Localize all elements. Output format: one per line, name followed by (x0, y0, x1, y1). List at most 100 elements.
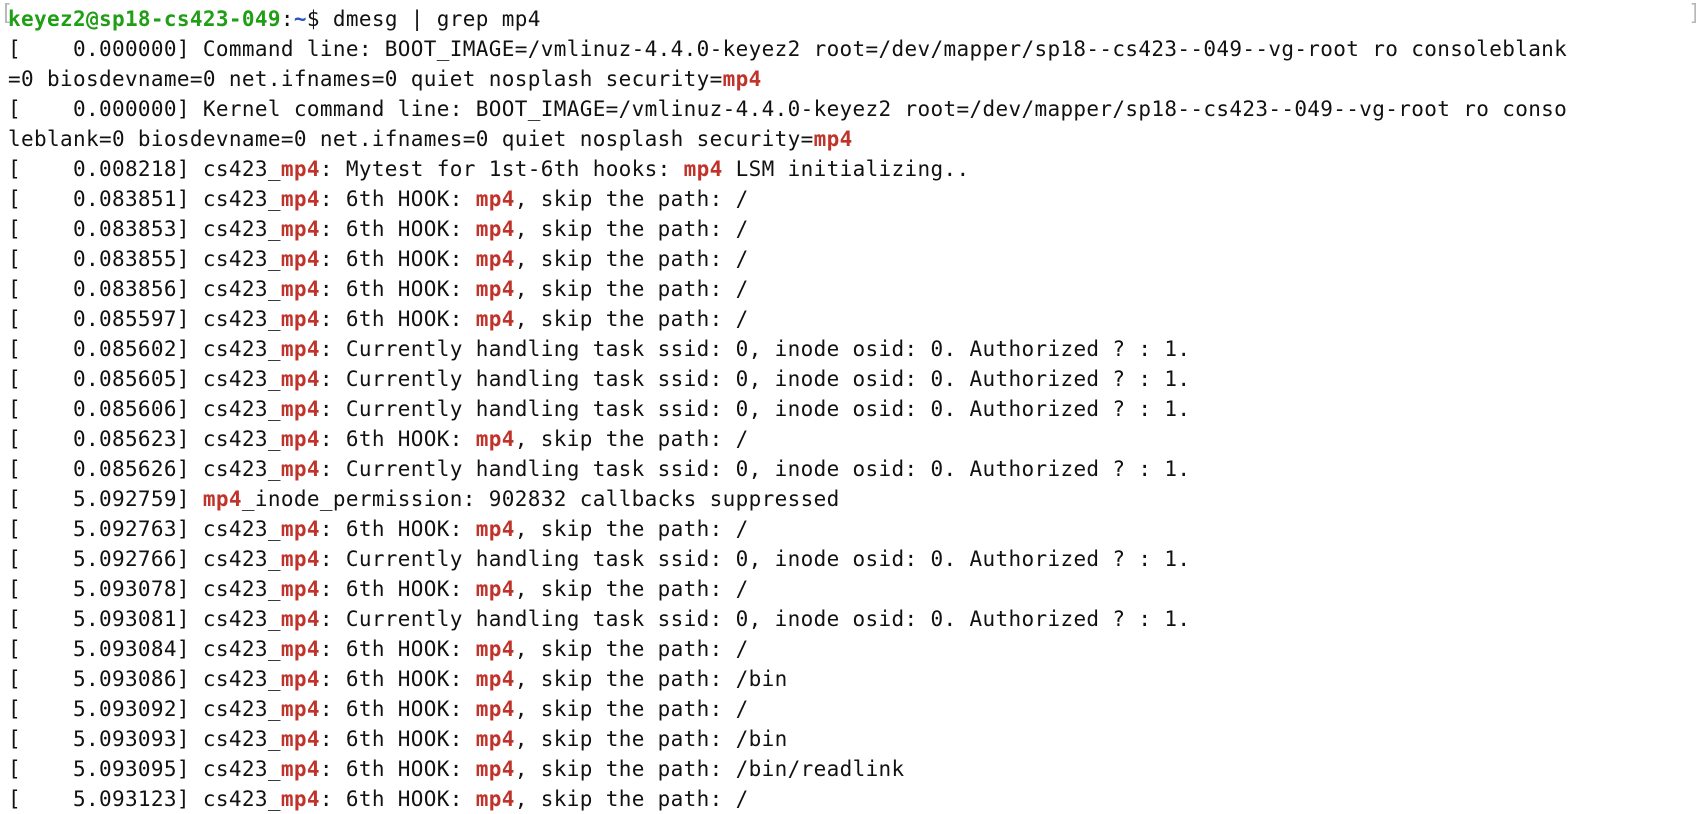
line-text: , skip the path: / (514, 277, 749, 301)
line-text: : 6th HOOK: (319, 517, 476, 541)
terminal-line: [ 5.092766] cs423_mp4: Currently handlin… (8, 544, 1690, 574)
line-text: : Currently handling task ssid: 0, inode… (319, 397, 1191, 421)
line-text: [ 5.092763] cs423_ (8, 517, 281, 541)
terminal-line: [ 0.083855] cs423_mp4: 6th HOOK: mp4, sk… (8, 244, 1690, 274)
grep-match: mp4 (280, 367, 320, 391)
line-text: : Currently handling task ssid: 0, inode… (319, 337, 1191, 361)
selection-bracket-right-icon: ] (1688, 2, 1696, 30)
grep-match: mp4 (280, 727, 320, 751)
grep-match: mp4 (475, 277, 515, 301)
line-text: [ 0.000000] Kernel command line: BOOT_IM… (8, 97, 1568, 121)
line-text: , skip the path: / (514, 307, 749, 331)
line-text: : Currently handling task ssid: 0, inode… (319, 367, 1191, 391)
line-text: : Currently handling task ssid: 0, inode… (319, 547, 1191, 571)
grep-match: mp4 (280, 427, 320, 451)
grep-match: mp4 (280, 607, 320, 631)
terminal-line: [ 5.093078] cs423_mp4: 6th HOOK: mp4, sk… (8, 574, 1690, 604)
line-text: , skip the path: / (514, 187, 749, 211)
prompt-path: ~ (293, 7, 307, 31)
line-text: _inode_permission: 902832 callbacks supp… (241, 487, 840, 511)
grep-match: mp4 (280, 337, 320, 361)
line-text: [ 0.085606] cs423_ (8, 397, 281, 421)
line-text: , skip the path: / (514, 637, 749, 661)
command-prompt-line: keyez2@sp18-cs423-049:~$ dmesg | grep mp… (8, 4, 1690, 34)
grep-match: mp4 (280, 157, 320, 181)
grep-match: mp4 (280, 217, 320, 241)
line-text: : 6th HOOK: (319, 277, 476, 301)
grep-match: mp4 (475, 187, 515, 211)
line-text: [ 0.000000] Command line: BOOT_IMAGE=/vm… (8, 37, 1568, 61)
grep-match: mp4 (280, 187, 320, 211)
line-text: : 6th HOOK: (319, 247, 476, 271)
line-text: [ 0.085626] cs423_ (8, 457, 281, 481)
line-text: : 6th HOOK: (319, 187, 476, 211)
terminal-line: [ 0.085605] cs423_mp4: Currently handlin… (8, 364, 1690, 394)
grep-match: mp4 (280, 517, 320, 541)
line-text: : 6th HOOK: (319, 697, 476, 721)
line-text: [ 0.085605] cs423_ (8, 367, 281, 391)
grep-match: mp4 (280, 697, 320, 721)
line-text: , skip the path: / (514, 787, 749, 811)
grep-match: mp4 (813, 127, 853, 151)
grep-match: mp4 (280, 637, 320, 661)
grep-match: mp4 (280, 667, 320, 691)
line-text: : Currently handling task ssid: 0, inode… (319, 457, 1191, 481)
line-text: : Mytest for 1st-6th hooks: (319, 157, 684, 181)
grep-match: mp4 (722, 67, 762, 91)
terminal-line: [ 0.085602] cs423_mp4: Currently handlin… (8, 334, 1690, 364)
line-text: [ 0.083856] cs423_ (8, 277, 281, 301)
grep-match: mp4 (475, 787, 515, 811)
line-text: [ 5.093093] cs423_ (8, 727, 281, 751)
grep-match: mp4 (280, 457, 320, 481)
terminal-output[interactable]: keyez2@sp18-cs423-049:~$ dmesg | grep mp… (8, 4, 1690, 812)
terminal-line: [ 5.092763] cs423_mp4: 6th HOOK: mp4, sk… (8, 514, 1690, 544)
terminal-line: [ 5.093093] cs423_mp4: 6th HOOK: mp4, sk… (8, 724, 1690, 754)
grep-match: mp4 (475, 667, 515, 691)
line-text: , skip the path: / (514, 697, 749, 721)
line-text: , skip the path: /bin/readlink (514, 757, 905, 781)
line-text: : Currently handling task ssid: 0, inode… (319, 607, 1191, 631)
grep-match: mp4 (280, 277, 320, 301)
line-text: [ 0.085597] cs423_ (8, 307, 281, 331)
line-text: : 6th HOOK: (319, 637, 476, 661)
line-text: [ 0.085623] cs423_ (8, 427, 281, 451)
line-text: [ 0.008218] cs423_ (8, 157, 281, 181)
line-text: $ dmesg | grep mp4 (306, 7, 541, 31)
line-text: [ 0.083853] cs423_ (8, 217, 281, 241)
line-text: [ 5.093092] cs423_ (8, 697, 281, 721)
terminal-line: [ 0.008218] cs423_mp4: Mytest for 1st-6t… (8, 154, 1690, 184)
terminal-line: leblank=0 biosdevname=0 net.ifnames=0 qu… (8, 124, 1690, 154)
grep-match: mp4 (475, 307, 515, 331)
terminal-line: [ 0.085597] cs423_mp4: 6th HOOK: mp4, sk… (8, 304, 1690, 334)
terminal-line: [ 5.093084] cs423_mp4: 6th HOOK: mp4, sk… (8, 634, 1690, 664)
line-text: , skip the path: / (514, 427, 749, 451)
grep-match: mp4 (475, 247, 515, 271)
terminal-line: [ 5.093092] cs423_mp4: 6th HOOK: mp4, sk… (8, 694, 1690, 724)
prompt-user-host: keyez2@sp18-cs423-049 (8, 7, 281, 31)
grep-match: mp4 (280, 397, 320, 421)
line-text: [ 5.092759] (8, 487, 203, 511)
grep-match: mp4 (683, 157, 723, 181)
line-text: , skip the path: /bin (514, 667, 788, 691)
line-text: [ 0.083855] cs423_ (8, 247, 281, 271)
line-text: : 6th HOOK: (319, 727, 476, 751)
grep-match: mp4 (475, 577, 515, 601)
grep-match: mp4 (280, 247, 320, 271)
grep-match: mp4 (280, 757, 320, 781)
grep-match: mp4 (280, 307, 320, 331)
line-text: : 6th HOOK: (319, 787, 476, 811)
line-text: LSM initializing.. (722, 157, 970, 181)
line-text: , skip the path: /bin (514, 727, 788, 751)
selection-bracket-left-icon: [ (0, 1, 14, 26)
line-text: [ 5.093084] cs423_ (8, 637, 281, 661)
line-text: [ 5.093123] cs423_ (8, 787, 281, 811)
terminal-line: [ 0.085623] cs423_mp4: 6th HOOK: mp4, sk… (8, 424, 1690, 454)
terminal-line: [ 0.000000] Command line: BOOT_IMAGE=/vm… (8, 34, 1690, 64)
line-text: , skip the path: / (514, 217, 749, 241)
line-text: =0 biosdevname=0 net.ifnames=0 quiet nos… (8, 67, 723, 91)
terminal-line: [ 0.085626] cs423_mp4: Currently handlin… (8, 454, 1690, 484)
grep-match: mp4 (280, 787, 320, 811)
line-text: [ 5.093086] cs423_ (8, 667, 281, 691)
grep-match: mp4 (475, 697, 515, 721)
line-text: : (280, 7, 294, 31)
